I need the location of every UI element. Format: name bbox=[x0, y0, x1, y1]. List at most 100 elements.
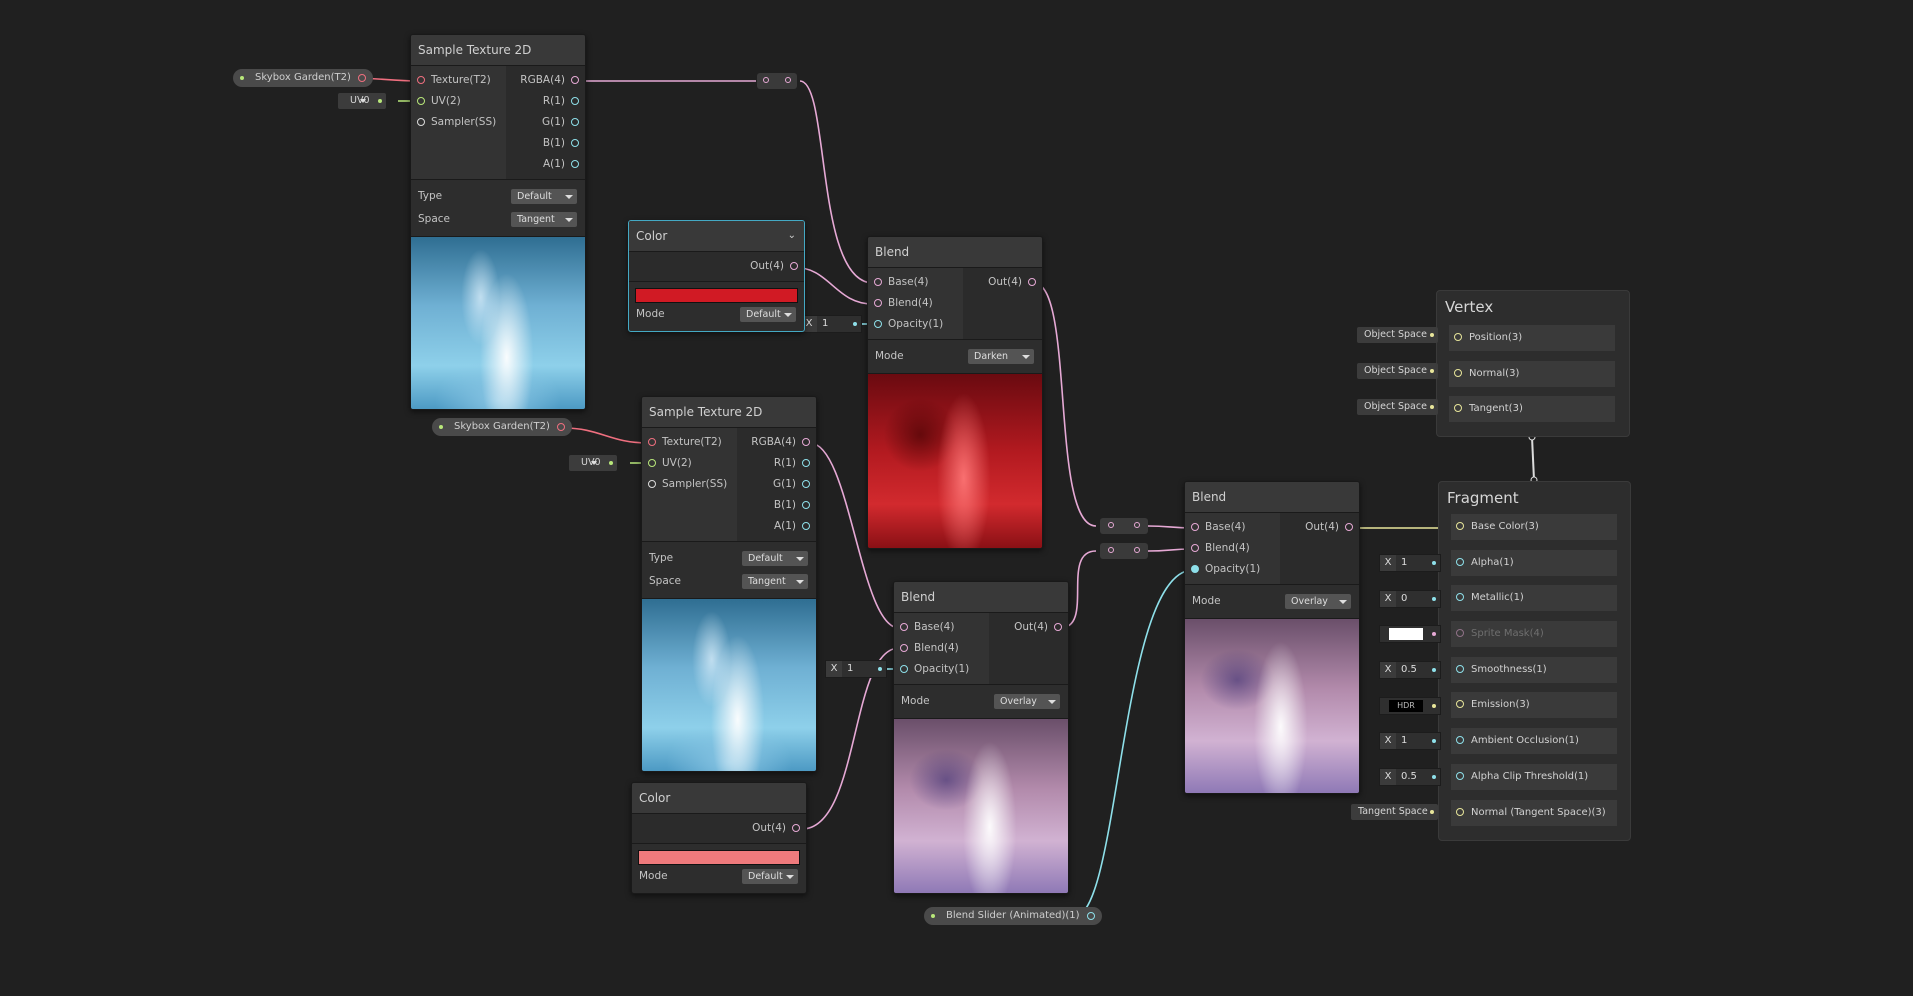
port-b[interactable]: B(1) bbox=[506, 133, 585, 154]
fragment-smoothness-block[interactable]: Smoothness(1) bbox=[1451, 657, 1617, 683]
sample-texture-2d-node-2[interactable]: Sample Texture 2D Texture(T2) UV(2) Samp… bbox=[641, 396, 817, 772]
port-base[interactable]: Base(4) bbox=[1185, 517, 1280, 538]
fragment-normal-block[interactable]: Normal (Tangent Space)(3) bbox=[1451, 800, 1617, 826]
reroute-node-3[interactable] bbox=[1100, 543, 1148, 559]
blend-slider-property[interactable]: Blend Slider (Animated)(1) bbox=[924, 907, 1102, 925]
vertex-tangent-source[interactable]: Object Space bbox=[1357, 399, 1438, 415]
port-r[interactable]: R(1) bbox=[506, 91, 585, 112]
vertex-position-block[interactable]: Position(3) bbox=[1449, 325, 1615, 351]
port-rgba[interactable]: RGBA(4) bbox=[737, 432, 816, 453]
space-dropdown[interactable]: Tangent bbox=[742, 574, 808, 589]
mode-row: Mode Default bbox=[629, 303, 804, 326]
port-a[interactable]: A(1) bbox=[506, 154, 585, 175]
fragment-metallic-block[interactable]: Metallic(1) bbox=[1451, 585, 1617, 611]
chevron-down-icon[interactable]: ⌄ bbox=[788, 221, 796, 251]
color-swatch[interactable] bbox=[635, 288, 798, 303]
blend-preview bbox=[868, 373, 1042, 548]
sample-texture-2d-node-1[interactable]: Sample Texture 2D Texture(T2) UV(2) Samp… bbox=[410, 34, 586, 410]
port-a[interactable]: A(1) bbox=[737, 516, 816, 537]
mode-dropdown[interactable]: Default bbox=[740, 307, 796, 322]
skybox-garden-property-2[interactable]: Skybox Garden(T2) bbox=[432, 418, 572, 436]
vertex-title: Vertex bbox=[1445, 298, 1494, 316]
port-opacity[interactable]: Opacity(1) bbox=[894, 659, 989, 680]
blend-node-2[interactable]: Blend Base(4) Blend(4) Opacity(1) Out(4)… bbox=[893, 581, 1069, 894]
port-g[interactable]: G(1) bbox=[737, 474, 816, 495]
port-sampler[interactable]: Sampler(SS) bbox=[411, 112, 506, 133]
wire-reroute-blend1-base bbox=[799, 80, 874, 284]
mode-dropdown[interactable]: Darken bbox=[968, 349, 1034, 364]
type-dropdown[interactable]: Default bbox=[511, 189, 577, 204]
port-opacity[interactable]: Opacity(1) bbox=[1185, 559, 1280, 580]
port-out[interactable]: Out(4) bbox=[632, 818, 806, 839]
mode-dropdown[interactable]: Overlay bbox=[994, 694, 1060, 709]
port-base[interactable]: Base(4) bbox=[894, 617, 989, 638]
blend-preview bbox=[1185, 618, 1359, 793]
port-sampler[interactable]: Sampler(SS) bbox=[642, 474, 737, 495]
port-r[interactable]: R(1) bbox=[737, 453, 816, 474]
white-swatch bbox=[1389, 628, 1423, 640]
reroute-node-1[interactable] bbox=[757, 73, 797, 89]
port-opacity[interactable]: Opacity(1) bbox=[868, 314, 963, 335]
mode-dropdown[interactable]: Overlay bbox=[1285, 594, 1351, 609]
reroute-node-2[interactable] bbox=[1100, 518, 1148, 534]
space-dropdown[interactable]: Tangent bbox=[511, 212, 577, 227]
vertex-position-source[interactable]: Object Space bbox=[1357, 327, 1438, 343]
fragment-base-color-block[interactable]: Base Color(3) bbox=[1451, 514, 1617, 540]
property-label: Skybox Garden(T2) bbox=[454, 421, 550, 432]
node-title: Color bbox=[632, 783, 806, 813]
port-out[interactable]: Out(4) bbox=[629, 256, 804, 277]
smoothness-input[interactable]: X 0.5 bbox=[1379, 661, 1441, 679]
ambient-occlusion-input[interactable]: X1 bbox=[1379, 732, 1441, 750]
port-out[interactable]: Out(4) bbox=[1280, 517, 1359, 538]
property-label: Skybox Garden(T2) bbox=[255, 72, 351, 83]
blend-node-3[interactable]: Blend Base(4) Blend(4) Opacity(1) Out(4)… bbox=[1184, 481, 1360, 794]
fragment-alpha-block[interactable]: Alpha(1) bbox=[1451, 550, 1617, 576]
port-texture[interactable]: Texture(T2) bbox=[642, 432, 737, 453]
vertex-normal-block[interactable]: Normal(3) bbox=[1449, 361, 1615, 387]
fragment-ambient-occlusion-block[interactable]: Ambient Occlusion(1) bbox=[1451, 728, 1617, 754]
opacity-input-2[interactable]: X1 bbox=[825, 660, 887, 678]
space-row: Space Tangent bbox=[411, 208, 585, 231]
skybox-garden-property-1[interactable]: Skybox Garden(T2) bbox=[233, 69, 373, 87]
x-label: X bbox=[826, 661, 842, 677]
fragment-alpha-clip-block[interactable]: Alpha Clip Threshold(1) bbox=[1451, 764, 1617, 790]
type-row: Type Default bbox=[411, 185, 585, 208]
port-base[interactable]: Base(4) bbox=[868, 272, 963, 293]
vertex-normal-source[interactable]: Object Space bbox=[1357, 363, 1438, 379]
uv-dropdown-1[interactable]: UV0 bbox=[338, 93, 386, 109]
color-swatch[interactable] bbox=[638, 850, 800, 865]
fragment-emission-block[interactable]: Emission(3) bbox=[1451, 692, 1617, 718]
type-dropdown[interactable]: Default bbox=[742, 551, 808, 566]
port-texture[interactable]: Texture(T2) bbox=[411, 70, 506, 91]
property-label: Blend Slider (Animated)(1) bbox=[946, 910, 1080, 921]
sprite-mask-color-input[interactable] bbox=[1379, 625, 1441, 643]
uv-dropdown-2[interactable]: UV0 bbox=[569, 455, 617, 471]
port-blend[interactable]: Blend(4) bbox=[1185, 538, 1280, 559]
port-out[interactable]: Out(4) bbox=[963, 272, 1042, 293]
wire-slider-blend3-opacity bbox=[1074, 569, 1194, 917]
alpha-input[interactable]: X1 bbox=[1379, 554, 1441, 572]
mode-dropdown[interactable]: Default bbox=[742, 869, 798, 884]
port-uv[interactable]: UV(2) bbox=[411, 91, 506, 112]
fragment-stack[interactable]: Fragment Base Color(3) Alpha(1) Metallic… bbox=[1438, 481, 1631, 841]
port-out[interactable]: Out(4) bbox=[989, 617, 1068, 638]
blend-node-1[interactable]: Blend Base(4) Blend(4) Opacity(1) Out(4)… bbox=[867, 236, 1043, 549]
port-rgba[interactable]: RGBA(4) bbox=[506, 70, 585, 91]
fragment-sprite-mask-block[interactable]: Sprite Mask(4) bbox=[1451, 621, 1617, 647]
node-title: Blend bbox=[1185, 482, 1359, 512]
mode-row: Mode Overlay bbox=[1185, 590, 1359, 613]
color-node-1[interactable]: Color ⌄ Out(4) Mode Default bbox=[628, 220, 805, 332]
port-blend[interactable]: Blend(4) bbox=[894, 638, 989, 659]
port-b[interactable]: B(1) bbox=[737, 495, 816, 516]
color-node-2[interactable]: Color Out(4) Mode Default bbox=[631, 782, 807, 894]
normal-space-source[interactable]: Tangent Space bbox=[1351, 804, 1438, 820]
vertex-tangent-block[interactable]: Tangent(3) bbox=[1449, 396, 1615, 422]
port-uv[interactable]: UV(2) bbox=[642, 453, 737, 474]
alpha-clip-input[interactable]: X 0.5 bbox=[1379, 768, 1441, 786]
port-blend[interactable]: Blend(4) bbox=[868, 293, 963, 314]
emission-color-input[interactable]: HDR bbox=[1379, 697, 1441, 715]
vertex-stack[interactable]: Vertex Position(3) Normal(3) Tangent(3) bbox=[1436, 290, 1630, 437]
opacity-input-1[interactable]: X1 bbox=[800, 315, 862, 333]
metallic-input[interactable]: X0 bbox=[1379, 590, 1441, 608]
port-g[interactable]: G(1) bbox=[506, 112, 585, 133]
